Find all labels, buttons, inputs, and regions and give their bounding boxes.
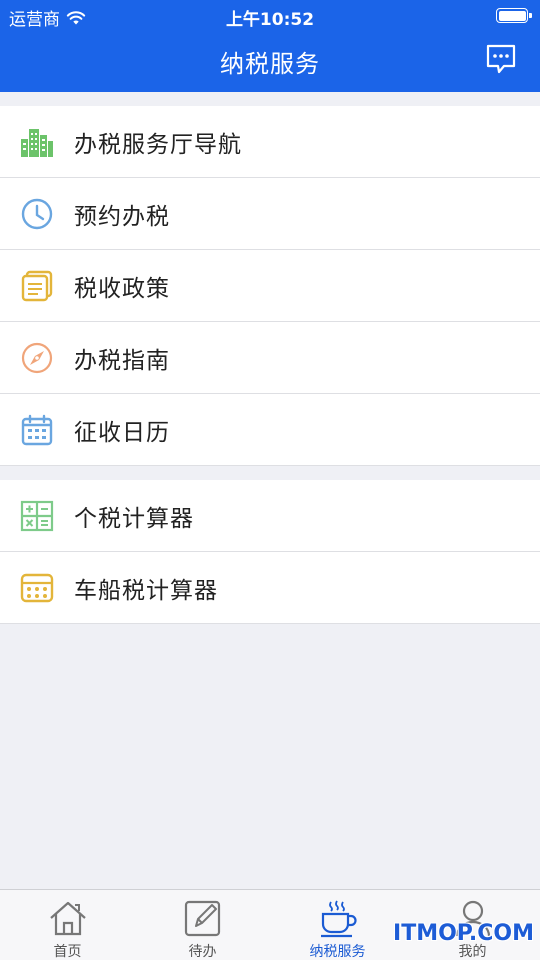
- top-bar: 运营商 上午10:52 纳税服务: [0, 0, 540, 92]
- calculator-icon: [20, 573, 54, 602]
- list-item-vehicle-tax-calculator[interactable]: 车船税计算器: [0, 552, 540, 624]
- status-time: 上午10:52: [225, 10, 315, 30]
- message-icon[interactable]: [484, 42, 518, 76]
- service-list-2: 个税计算器 车船税计算器: [0, 480, 540, 624]
- list-item-label: 征收日历: [74, 419, 170, 446]
- watermark-text: ITMOP.COM: [393, 921, 534, 946]
- document-icon: [21, 270, 53, 301]
- clock-icon: [21, 198, 53, 229]
- list-item-label: 办税指南: [74, 347, 170, 374]
- tab-label: 首页: [53, 944, 82, 960]
- tab-home[interactable]: 首页: [0, 890, 135, 960]
- tab-todo[interactable]: 待办: [135, 890, 270, 960]
- list-item-tax-calendar[interactable]: 征收日历: [0, 394, 540, 466]
- calculator-grid-icon: [20, 500, 54, 531]
- page-title: 纳税服务: [220, 50, 320, 78]
- list-item-label: 车船税计算器: [74, 577, 218, 604]
- list-item-tax-guide[interactable]: 办税指南: [0, 322, 540, 394]
- list-item-income-tax-calculator[interactable]: 个税计算器: [0, 480, 540, 552]
- list-item-label: 预约办税: [74, 203, 170, 230]
- edit-icon: [184, 900, 220, 937]
- coffee-cup-icon: [320, 900, 357, 938]
- battery-icon: [496, 8, 532, 23]
- list-item-service-hall-nav[interactable]: 办税服务厅导航: [0, 106, 540, 178]
- list-item-label: 办税服务厅导航: [74, 131, 242, 158]
- tab-tax-service[interactable]: 纳税服务: [270, 890, 405, 960]
- tab-label: 纳税服务: [309, 944, 366, 960]
- list-item-tax-policy[interactable]: 税收政策: [0, 250, 540, 322]
- tab-label: 待办: [188, 944, 217, 960]
- calendar-icon: [21, 414, 53, 445]
- list-item-label: 税收政策: [74, 275, 170, 302]
- status-bar: 运营商 上午10:52: [0, 0, 540, 30]
- home-icon: [49, 901, 86, 936]
- service-list-1: 办税服务厅导航 预约办税 税收政策 办税指南 征收日历: [0, 106, 540, 466]
- compass-icon: [21, 342, 53, 373]
- building-icon: [21, 128, 53, 157]
- list-item-label: 个税计算器: [74, 505, 194, 532]
- list-item-appointment[interactable]: 预约办税: [0, 178, 540, 250]
